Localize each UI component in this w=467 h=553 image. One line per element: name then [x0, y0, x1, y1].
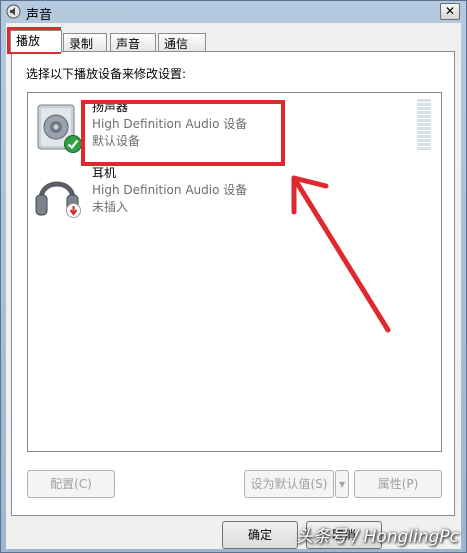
watermark: 头条号 / HonglingPc	[296, 527, 459, 547]
set-default-dropdown[interactable]: ▾	[335, 470, 349, 498]
instructions-text: 选择以下播放设备来修改设置:	[26, 67, 187, 81]
ok-button[interactable]: 确定	[222, 521, 298, 549]
volume-meter	[417, 99, 431, 151]
device-driver: High Definition Audio 设备	[92, 117, 248, 131]
tab-playback[interactable]: 播放	[10, 30, 62, 52]
tab-recording[interactable]: 录制	[63, 33, 107, 52]
set-default-button[interactable]: 设为默认值(S)	[244, 470, 334, 498]
tab-communications[interactable]: 通信	[158, 33, 206, 52]
device-status: 默认设备	[92, 134, 141, 148]
chevron-down-icon: ▾	[338, 477, 346, 491]
device-status: 未插入	[92, 200, 129, 214]
device-driver: High Definition Audio 设备	[92, 183, 248, 197]
dialog-client-area: 播放 录制 声音 通信 选择以下播放设备来修改设置: 扬声器 High Defi…	[6, 23, 461, 549]
title-bar[interactable]: 声音 ✕	[1, 1, 466, 23]
sound-dialog-window: 声音 ✕ 播放 录制 声音 通信 选择以下播放设备来修改设置: 扬声器 High…	[0, 0, 467, 553]
tab-label: 通信	[164, 37, 189, 51]
device-headphones[interactable]: 耳机 High Definition Audio 设备 未插入	[28, 161, 418, 229]
playback-panel: 选择以下播放设备来修改设置: 扬声器 High Definition Audio…	[11, 51, 455, 516]
tab-sounds[interactable]: 声音	[110, 33, 156, 52]
device-list[interactable]: 扬声器 High Definition Audio 设备 默认设备 耳机 Hig…	[27, 92, 442, 452]
tab-label: 声音	[116, 37, 141, 51]
properties-button[interactable]: 属性(P)	[354, 470, 442, 498]
device-name: 扬声器	[92, 100, 129, 114]
close-button[interactable]: ✕	[440, 3, 460, 20]
device-name: 耳机	[92, 166, 117, 180]
default-check-icon	[64, 135, 82, 153]
device-speakers[interactable]: 扬声器 High Definition Audio 设备 默认设备	[28, 95, 418, 163]
window-title: 声音	[26, 8, 53, 23]
close-icon: ✕	[444, 4, 456, 18]
unplugged-icon	[66, 203, 81, 218]
tab-label: 播放	[16, 34, 41, 48]
configure-button[interactable]: 配置(C)	[27, 470, 115, 498]
tab-label: 录制	[69, 37, 94, 51]
sound-app-icon	[6, 4, 21, 19]
